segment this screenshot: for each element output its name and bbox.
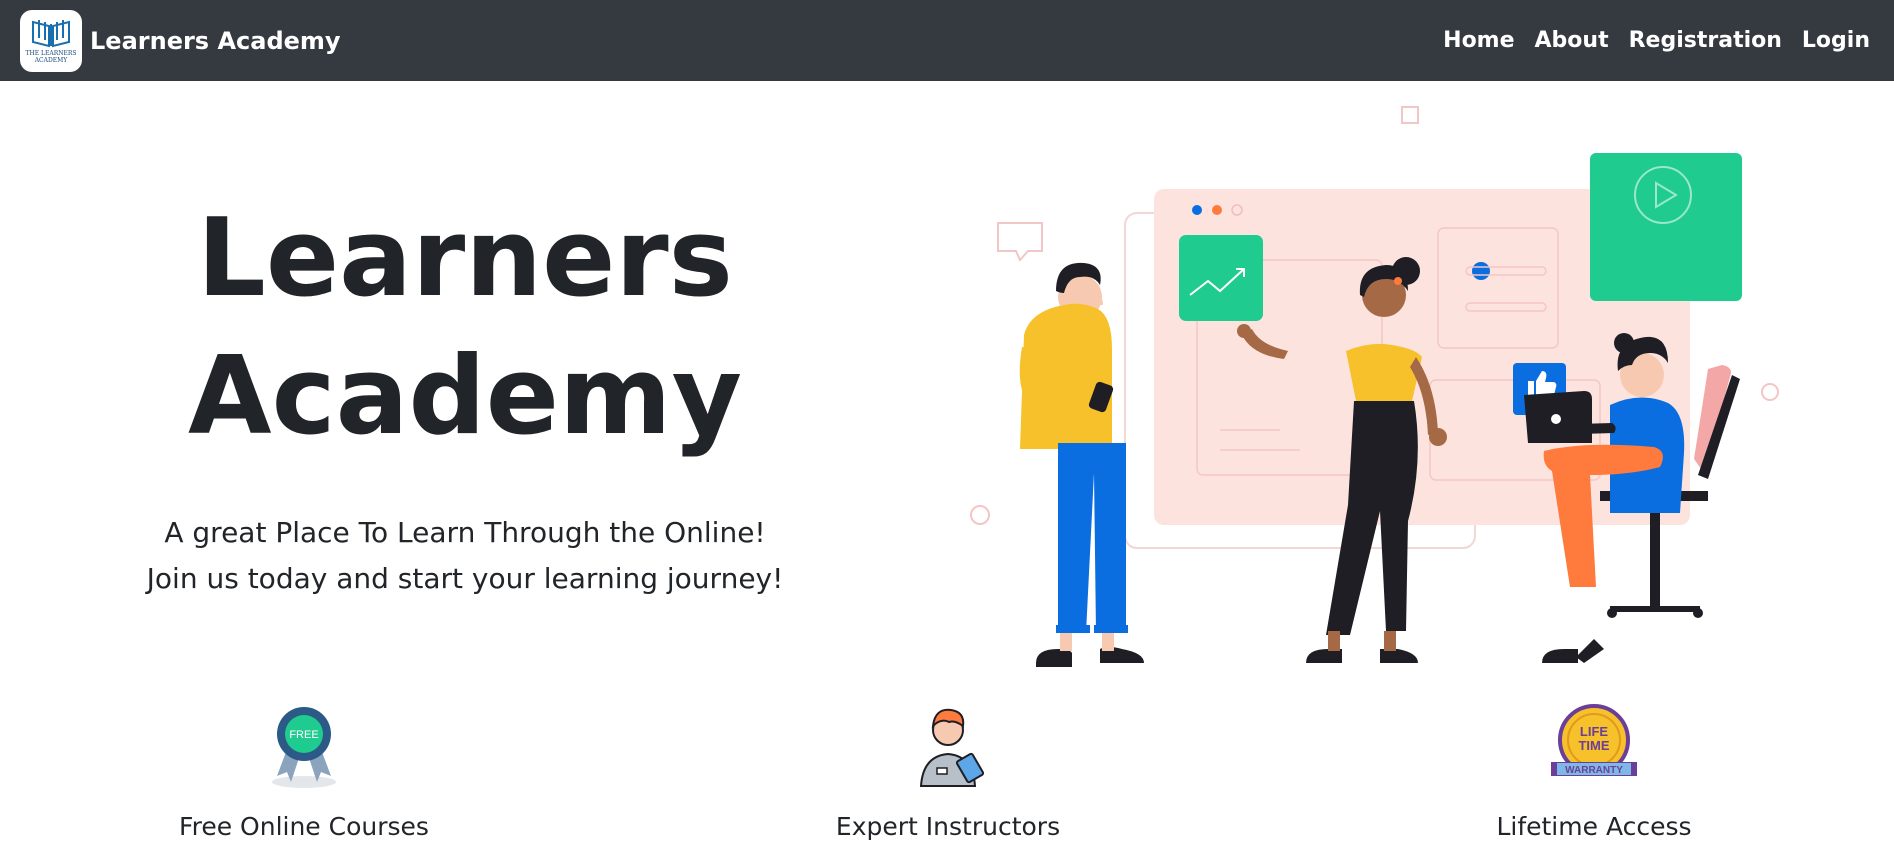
- nav-link-home[interactable]: Home: [1443, 28, 1514, 53]
- nav-links: Home About Registration Login: [1423, 0, 1870, 81]
- nav-link-login[interactable]: Login: [1802, 28, 1870, 53]
- free-ribbon-icon: FREE: [272, 707, 336, 788]
- hero-title: Learners Academy: [120, 190, 810, 466]
- warranty-label-text: WARRANTY: [1565, 765, 1623, 776]
- video-card: [1590, 153, 1742, 301]
- feature-label: Lifetime Access: [1496, 812, 1692, 841]
- chart-card: [1179, 235, 1263, 321]
- lifetime-warranty-icon: LIFE TIME WARRANTY: [1551, 704, 1637, 776]
- feature-free-courses: FREE Free Online Courses: [124, 700, 484, 841]
- instructor-icon: [919, 708, 985, 787]
- feature-label: Free Online Courses: [179, 812, 429, 841]
- nav-link-about[interactable]: About: [1535, 28, 1609, 53]
- brand-link[interactable]: THE LEARNERS ACADEMY Learners Academy: [20, 9, 341, 72]
- hero-subtitle: A great Place To Learn Through the Onlin…: [120, 510, 810, 602]
- nav-link-registration[interactable]: Registration: [1629, 28, 1782, 53]
- brand-logo: THE LEARNERS ACADEMY: [20, 9, 82, 72]
- deco-circle: [970, 505, 990, 525]
- hero-subtitle-line1: A great Place To Learn Through the Onlin…: [164, 516, 766, 549]
- hero-illustration: [970, 106, 1779, 667]
- hero-title-line1: Learners: [197, 196, 733, 321]
- slider-knob-icon: [1472, 262, 1490, 280]
- book-logo-icon: [32, 19, 70, 47]
- hero-title-line2: Academy: [188, 334, 742, 459]
- hero-subtitle-line2: Join us today and start your learning jo…: [146, 562, 784, 595]
- deco-square: [1401, 106, 1419, 124]
- feature-label: Expert Instructors: [835, 812, 1061, 841]
- feature-expert-instructors: Expert Instructors: [768, 700, 1128, 841]
- deco-circle: [1761, 383, 1779, 401]
- chat-bubble-icon: [997, 222, 1043, 262]
- logo-text: THE LEARNERS ACADEMY: [25, 49, 77, 64]
- free-badge-text: FREE: [289, 729, 318, 741]
- navbar: THE LEARNERS ACADEMY Learners Academy Ho…: [0, 0, 1894, 81]
- warranty-life-text: LIFE: [1580, 724, 1608, 739]
- feature-lifetime-access: LIFE TIME WARRANTY Lifetime Access: [1414, 700, 1774, 841]
- warranty-time-text: TIME: [1578, 738, 1609, 753]
- brand-name[interactable]: Learners Academy: [90, 27, 341, 55]
